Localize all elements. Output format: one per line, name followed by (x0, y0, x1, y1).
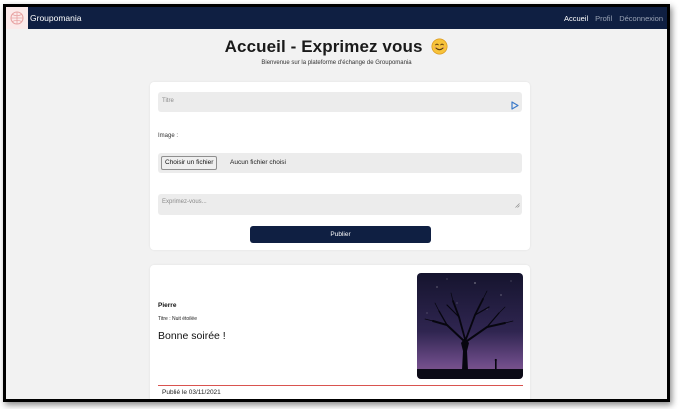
brand[interactable]: Groupomania (6, 7, 82, 29)
page-title-text: Accueil - Exprimez vous (224, 37, 423, 56)
file-status: Aucun fichier choisi (230, 159, 286, 166)
image-label: Image : (158, 133, 179, 139)
choose-file-button[interactable]: Choisir un fichier (161, 156, 218, 170)
title-placeholder: Titre (162, 98, 174, 104)
post-author: Pierre (158, 302, 177, 309)
page-title: Accueil - Exprimez vous (6, 37, 667, 60)
page-subtitle: Bienvenue sur la plateforme d'échange de… (261, 60, 412, 66)
post-image[interactable] (417, 273, 523, 379)
post-date: Publié le 03/11/2021 (162, 389, 221, 396)
groupomania-logo-icon (6, 7, 28, 29)
post-card: Pierre Titre : Nuit étoilée Bonne soirée… (150, 265, 530, 399)
nav-links: Accueil Profil Déconnexion (564, 14, 667, 23)
image-file-input: Choisir un fichier Aucun fichier choisi (158, 153, 522, 173)
smiling-face-icon (431, 38, 448, 60)
post-body: Bonne soirée ! (158, 330, 226, 342)
message-placeholder: Exprimez-vous... (162, 199, 207, 205)
browser-frame: Groupomania Accueil Profil Déconnexion A… (3, 4, 670, 402)
nav-link-deconnexion[interactable]: Déconnexion (619, 14, 663, 23)
nav-link-accueil[interactable]: Accueil (564, 14, 588, 23)
post-divider (158, 385, 523, 386)
title-input[interactable]: Titre (158, 92, 522, 112)
nav-link-profil[interactable]: Profil (595, 14, 612, 23)
message-textarea[interactable]: Exprimez-vous... (158, 194, 522, 215)
publish-button[interactable]: Publier (250, 226, 431, 243)
post-title: Titre : Nuit étoilée (158, 316, 197, 322)
autofill-arrow-icon[interactable] (511, 97, 519, 115)
resize-handle-icon[interactable] (515, 195, 520, 213)
navbar: Groupomania Accueil Profil Déconnexion (6, 7, 667, 29)
post-form-card: Titre Image : Choisir un fichier Aucun f… (150, 82, 530, 250)
brand-name: Groupomania (30, 13, 82, 23)
